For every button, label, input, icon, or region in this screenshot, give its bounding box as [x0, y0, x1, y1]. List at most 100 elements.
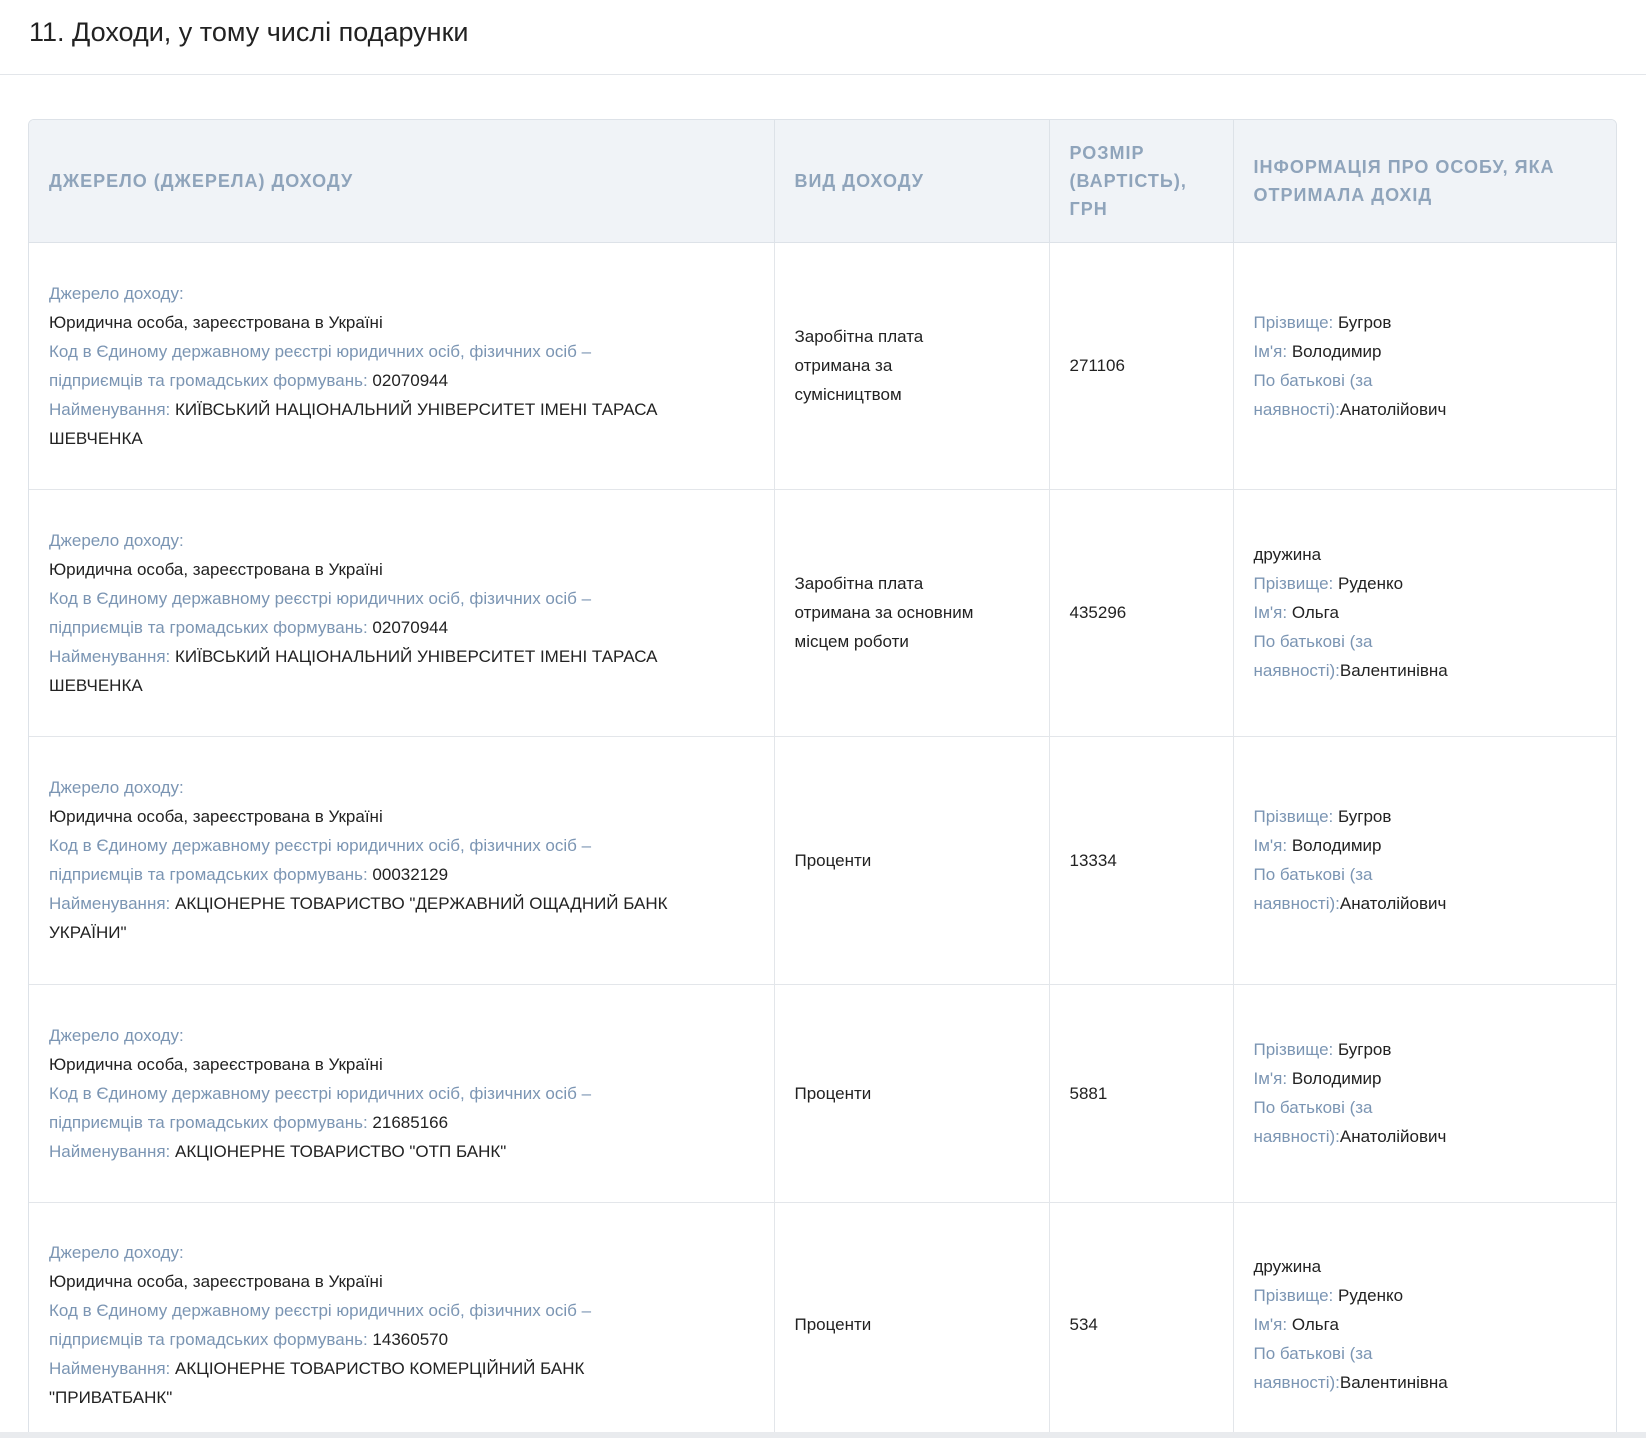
name-label: Найменування:	[49, 1141, 171, 1161]
source-label: Джерело доходу:	[49, 530, 184, 550]
header-income-type: Вид доходу	[774, 120, 1050, 243]
source-cell: Джерело доходу: Юридична особа, зареєстр…	[29, 1202, 775, 1438]
patronymic-label: По батькові (за	[1253, 1098, 1373, 1117]
source-type: Юридична особа, зареєстрована в Україні	[49, 312, 383, 332]
header-amount: Розмір (вартість), грн	[1049, 120, 1234, 243]
first-name-label: Ім'я:	[1253, 603, 1288, 622]
relation: дружина	[1253, 1257, 1322, 1277]
income-type-cell: Заробітна плата отримана за основним місце…	[774, 489, 1050, 737]
income-type-cell: Проценти	[774, 1202, 1050, 1438]
patronymic: Валентинівна	[1339, 661, 1448, 680]
patronymic: Анатолійович	[1339, 894, 1447, 913]
income-type: сумісництвом	[794, 385, 902, 404]
source-type: Юридична особа, зареєстрована в Україні	[49, 559, 383, 579]
surname: Руденко	[1337, 574, 1404, 593]
edrpou-code: 02070944	[372, 370, 449, 390]
income-type-cell: Проценти	[774, 984, 1050, 1203]
table-row: Джерело доходу: Юридична особа, зареєстр…	[29, 489, 1616, 737]
patronymic-label: наявності):	[1253, 894, 1340, 913]
source-cell: Джерело доходу: Юридична особа, зареєстр…	[29, 984, 775, 1203]
organization-name: КИЇВСЬКИЙ НАЦІОНАЛЬНИЙ УНІВЕРСИТЕТ ІМЕНІ…	[175, 646, 658, 666]
patronymic-label: наявності):	[1253, 1373, 1340, 1393]
table-header-row: Джерело (джерела) доходу Вид доходу Розм…	[29, 120, 1616, 243]
amount-cell: 5881	[1049, 984, 1234, 1203]
income-type-cell: Заробітна плата отримана за сумісництвом	[774, 242, 1050, 490]
income-type: отримана за основним	[794, 603, 974, 622]
name-label: Найменування:	[49, 646, 171, 666]
first-name: Володимир	[1291, 1069, 1382, 1088]
edrpou-code: 21685166	[372, 1112, 449, 1132]
patronymic: Анатолійович	[1339, 1127, 1447, 1146]
header-person: Інформація про особу, яка отримала дохід	[1233, 120, 1616, 243]
source-cell: Джерело доходу: Юридична особа, зареєстр…	[29, 242, 775, 490]
first-name-label: Ім'я:	[1253, 1315, 1288, 1335]
patronymic-label: По батькові (за	[1253, 1344, 1373, 1364]
surname-label: Прізвище:	[1253, 312, 1334, 332]
organization-name-continued: "ПРИВАТБАНК"	[49, 1387, 173, 1407]
table-row: Джерело доходу: Юридична особа, зареєстр…	[29, 736, 1616, 985]
source-type: Юридична особа, зареєстрована в Україні	[49, 1054, 383, 1074]
income-type: Заробітна плата	[794, 574, 924, 593]
code-label: Код в Єдиному державному реєстрі юридичн…	[49, 341, 592, 361]
income-table: Джерело (джерела) доходу Вид доходу Розм…	[29, 120, 1616, 1438]
income-table-container: Джерело (джерела) доходу Вид доходу Розм…	[28, 119, 1617, 1438]
section-header: 11. Доходи, у тому числі подарунки	[0, 0, 1646, 75]
bottom-edge	[0, 1432, 1646, 1438]
table-row: Джерело доходу: Юридична особа, зареєстр…	[29, 242, 1616, 490]
amount-cell: 13334	[1049, 736, 1234, 985]
header-amount-line: Розмір	[1069, 142, 1145, 163]
organization-name-continued: ШЕВЧЕНКА	[49, 428, 143, 448]
person-cell: дружина Прізвище: Руденко Ім'я: Ольга По…	[1233, 1202, 1616, 1438]
patronymic-label: По батькові (за	[1253, 865, 1373, 884]
surname-label: Прізвище:	[1253, 1286, 1334, 1306]
first-name: Володимир	[1291, 836, 1382, 855]
surname-label: Прізвище:	[1253, 574, 1334, 593]
surname-label: Прізвище:	[1253, 1040, 1334, 1059]
source-type: Юридична особа, зареєстрована в Україні	[49, 1271, 383, 1291]
source-label: Джерело доходу:	[49, 283, 184, 303]
name-label: Найменування:	[49, 894, 171, 913]
income-type: отримана за	[794, 356, 893, 375]
page: 11. Доходи, у тому числі подарунки Джере…	[0, 0, 1646, 1438]
income-type: Заробітна плата	[794, 327, 924, 346]
person-cell: дружина Прізвище: Руденко Ім'я: Ольга По…	[1233, 489, 1616, 737]
code-label: Код в Єдиному державному реєстрі юридичн…	[49, 1083, 592, 1103]
header-amount-line: (вартість),	[1069, 170, 1187, 191]
income-type: Проценти	[794, 1315, 872, 1335]
code-label: підприємців та громадських формувань:	[49, 1329, 368, 1349]
code-label: Код в Єдиному державному реєстрі юридичн…	[49, 588, 592, 608]
code-label: Код в Єдиному державному реєстрі юридичн…	[49, 836, 592, 855]
income-type: місцем роботи	[794, 632, 909, 651]
patronymic-label: По батькові (за	[1253, 632, 1373, 651]
income-type: Проценти	[794, 1083, 872, 1103]
code-label: підприємців та громадських формувань:	[49, 1112, 368, 1132]
surname: Руденко	[1337, 1286, 1404, 1306]
first-name: Ольга	[1291, 1315, 1339, 1335]
code-label: підприємців та громадських формувань:	[49, 370, 368, 390]
code-label: підприємців та громадських формувань:	[49, 617, 368, 637]
patronymic: Валентинівна	[1339, 1373, 1448, 1393]
code-label: Код в Єдиному державному реєстрі юридичн…	[49, 1300, 592, 1320]
organization-name: АКЦІОНЕРНЕ ТОВАРИСТВО "ДЕРЖАВНИЙ ОЩАДНИЙ…	[175, 894, 668, 913]
source-label: Джерело доходу:	[49, 1025, 184, 1045]
code-label: підприємців та громадських формувань:	[49, 865, 368, 884]
organization-name: АКЦІОНЕРНЕ ТОВАРИСТВО "ОТП БАНК"	[175, 1141, 507, 1161]
source-cell: Джерело доходу: Юридична особа, зареєстр…	[29, 489, 775, 737]
organization-name-continued: УКРАЇНИ"	[49, 923, 127, 942]
surname-label: Прізвище:	[1253, 807, 1334, 826]
source-label: Джерело доходу:	[49, 778, 184, 797]
source-label: Джерело доходу:	[49, 1242, 184, 1262]
person-cell: Прізвище: Бугров Ім'я: Володимир По бать…	[1233, 242, 1616, 490]
patronymic-label: наявності):	[1253, 399, 1340, 419]
table-row: Джерело доходу: Юридична особа, зареєстр…	[29, 1202, 1616, 1438]
organization-name: АКЦІОНЕРНЕ ТОВАРИСТВО КОМЕРЦІЙНИЙ БАНК	[175, 1358, 585, 1378]
first-name-label: Ім'я:	[1253, 341, 1288, 361]
edrpou-code: 00032129	[372, 865, 449, 884]
first-name: Ольга	[1291, 603, 1339, 622]
edrpou-code: 14360570	[372, 1329, 449, 1349]
patronymic-label: наявності):	[1253, 1127, 1340, 1146]
source-type: Юридична особа, зареєстрована в Україні	[49, 807, 383, 826]
patronymic-label: По батькові (за	[1253, 370, 1373, 390]
table-row: Джерело доходу: Юридична особа, зареєстр…	[29, 984, 1616, 1203]
surname: Бугров	[1337, 807, 1392, 826]
